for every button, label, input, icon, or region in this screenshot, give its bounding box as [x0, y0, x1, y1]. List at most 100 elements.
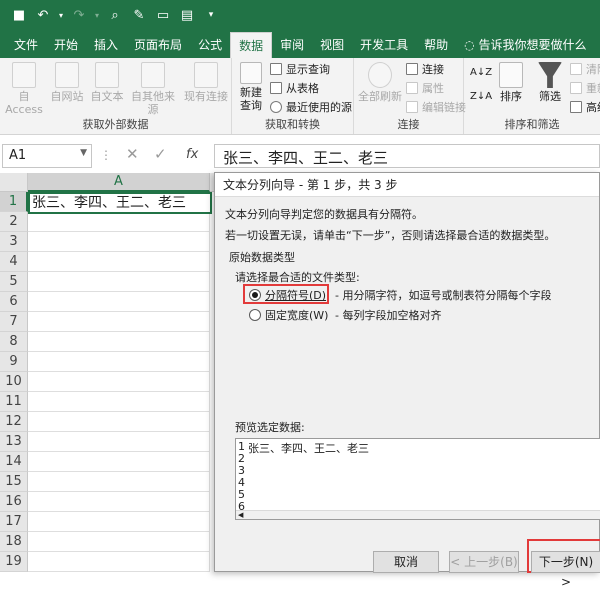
row-header[interactable]: 17	[0, 512, 28, 532]
delimited-option[interactable]: 分隔符号(D)	[249, 287, 326, 303]
sort-button[interactable]: 排序	[494, 62, 528, 103]
insert-function-button[interactable]: fx	[186, 147, 198, 162]
dialog-title: 文本分列向导 - 第 1 步，共 3 步	[215, 173, 599, 197]
tab-formulas[interactable]: 公式	[190, 32, 230, 58]
from-table-button[interactable]: 从表格	[270, 79, 319, 96]
cell[interactable]	[28, 452, 210, 472]
clear-button[interactable]: 清除	[570, 60, 600, 77]
chevron-down-icon[interactable]: ▾	[92, 4, 102, 26]
cell[interactable]	[28, 212, 210, 232]
cell[interactable]	[28, 432, 210, 452]
cell[interactable]	[28, 292, 210, 312]
cell[interactable]	[28, 232, 210, 252]
row-header[interactable]: 13	[0, 432, 28, 452]
tab-view[interactable]: 视图	[312, 32, 352, 58]
cell[interactable]	[28, 352, 210, 372]
cell[interactable]	[28, 472, 210, 492]
tab-developer[interactable]: 开发工具	[352, 32, 416, 58]
filter-button[interactable]: 筛选	[532, 62, 568, 103]
row-header[interactable]: 9	[0, 352, 28, 372]
cell[interactable]	[28, 532, 210, 552]
from-other-sources-button[interactable]: 自其他来源	[128, 62, 178, 116]
row-header[interactable]: 4	[0, 252, 28, 272]
reapply-button[interactable]: 重新	[570, 79, 600, 96]
row-header[interactable]: 14	[0, 452, 28, 472]
connections-button[interactable]: 连接	[406, 60, 444, 77]
row-header[interactable]: 15	[0, 472, 28, 492]
cell[interactable]	[28, 392, 210, 412]
redo-icon[interactable]: ↷	[68, 4, 90, 26]
preview-box[interactable]: 1 2 3 4 5 6 张三、李四、王二、老三 ◀	[235, 438, 600, 520]
row-header[interactable]: 19	[0, 552, 28, 572]
column-header-a[interactable]: A	[28, 173, 210, 192]
row-header[interactable]: 18	[0, 532, 28, 552]
preview-scrollbar[interactable]: ◀	[236, 510, 600, 519]
cell[interactable]	[28, 252, 210, 272]
show-queries-button[interactable]: 显示查询	[270, 60, 330, 77]
tell-me-search[interactable]: ◌ 告诉我你想要做什么	[456, 32, 594, 58]
undo-icon[interactable]: ↶	[32, 4, 54, 26]
cell[interactable]	[28, 492, 210, 512]
confirm-icon[interactable]: ✓	[154, 145, 167, 163]
print-preview-icon[interactable]: ⌕	[104, 4, 126, 26]
dialog-intro-1: 文本分列向导判定您的数据具有分隔符。	[225, 208, 423, 221]
row-header[interactable]: 1	[0, 192, 28, 212]
next-button[interactable]: 下一步(N) >	[531, 551, 600, 589]
scroll-left-icon[interactable]: ◀	[238, 511, 243, 519]
tab-file[interactable]: 文件	[6, 32, 46, 58]
row-header[interactable]: 3	[0, 232, 28, 252]
back-button[interactable]: < 上一步(B)	[449, 551, 519, 573]
tab-insert[interactable]: 插入	[86, 32, 126, 58]
row-header[interactable]: 2	[0, 212, 28, 232]
refresh-all-button[interactable]: 全部刷新	[358, 62, 402, 103]
cell[interactable]	[28, 332, 210, 352]
sort-za-button[interactable]: Z↓A	[470, 88, 492, 105]
chevron-down-icon[interactable]: ▾	[56, 4, 66, 26]
group-label-connections: 连接	[397, 118, 420, 131]
save-icon[interactable]: ■	[8, 4, 30, 26]
from-text-button[interactable]: 自文本	[88, 62, 126, 103]
cell[interactable]	[28, 512, 210, 532]
row-header[interactable]: 5	[0, 272, 28, 292]
row-header[interactable]: 16	[0, 492, 28, 512]
new-query-button[interactable]: 新建 查询	[234, 62, 268, 112]
name-box[interactable]: A1 ▼	[2, 144, 92, 168]
tab-help[interactable]: 帮助	[416, 32, 456, 58]
cell-a1[interactable]: 张三、李四、王二、老三	[28, 192, 212, 214]
cancel-icon[interactable]: ✕	[126, 145, 139, 163]
row-header[interactable]: 12	[0, 412, 28, 432]
chevron-down-icon[interactable]: ▼	[80, 148, 87, 158]
comment-icon[interactable]: ▭	[152, 4, 174, 26]
advanced-button[interactable]: 高级	[570, 98, 600, 115]
row-header[interactable]: 8	[0, 332, 28, 352]
cell[interactable]	[28, 372, 210, 392]
fixed-width-option[interactable]: 固定宽度(W)	[249, 307, 328, 323]
from-web-button[interactable]: 自网站	[48, 62, 86, 103]
radio-fixed-width[interactable]	[249, 309, 261, 321]
existing-connections-button[interactable]: 现有连接	[184, 62, 228, 103]
comment-filter-icon[interactable]: ▤	[176, 4, 198, 26]
row-header[interactable]: 6	[0, 292, 28, 312]
paint-icon[interactable]: ✎	[128, 4, 150, 26]
cell[interactable]	[28, 412, 210, 432]
properties-button[interactable]: 属性	[406, 79, 444, 96]
recent-sources-button[interactable]: 最近使用的源	[270, 98, 352, 115]
select-all-corner[interactable]	[0, 173, 28, 192]
row-header[interactable]: 10	[0, 372, 28, 392]
tab-data[interactable]: 数据	[230, 32, 273, 58]
tab-page-layout[interactable]: 页面布局	[126, 32, 190, 58]
radio-delimited[interactable]	[249, 289, 261, 301]
cell[interactable]	[28, 552, 210, 572]
sort-az-button[interactable]: A↓Z	[470, 64, 492, 81]
row-header[interactable]: 11	[0, 392, 28, 412]
formula-input[interactable]: 张三、李四、王二、老三	[214, 144, 600, 168]
cancel-button[interactable]: 取消	[373, 551, 439, 573]
from-access-button[interactable]: 自 Access	[2, 62, 46, 116]
cell[interactable]	[28, 312, 210, 332]
tab-review[interactable]: 审阅	[272, 32, 312, 58]
row-header[interactable]: 7	[0, 312, 28, 332]
tab-home[interactable]: 开始	[46, 32, 86, 58]
cell[interactable]	[28, 272, 210, 292]
customize-icon[interactable]: ▾	[200, 4, 222, 26]
edit-links-button[interactable]: 编辑链接	[406, 98, 466, 115]
